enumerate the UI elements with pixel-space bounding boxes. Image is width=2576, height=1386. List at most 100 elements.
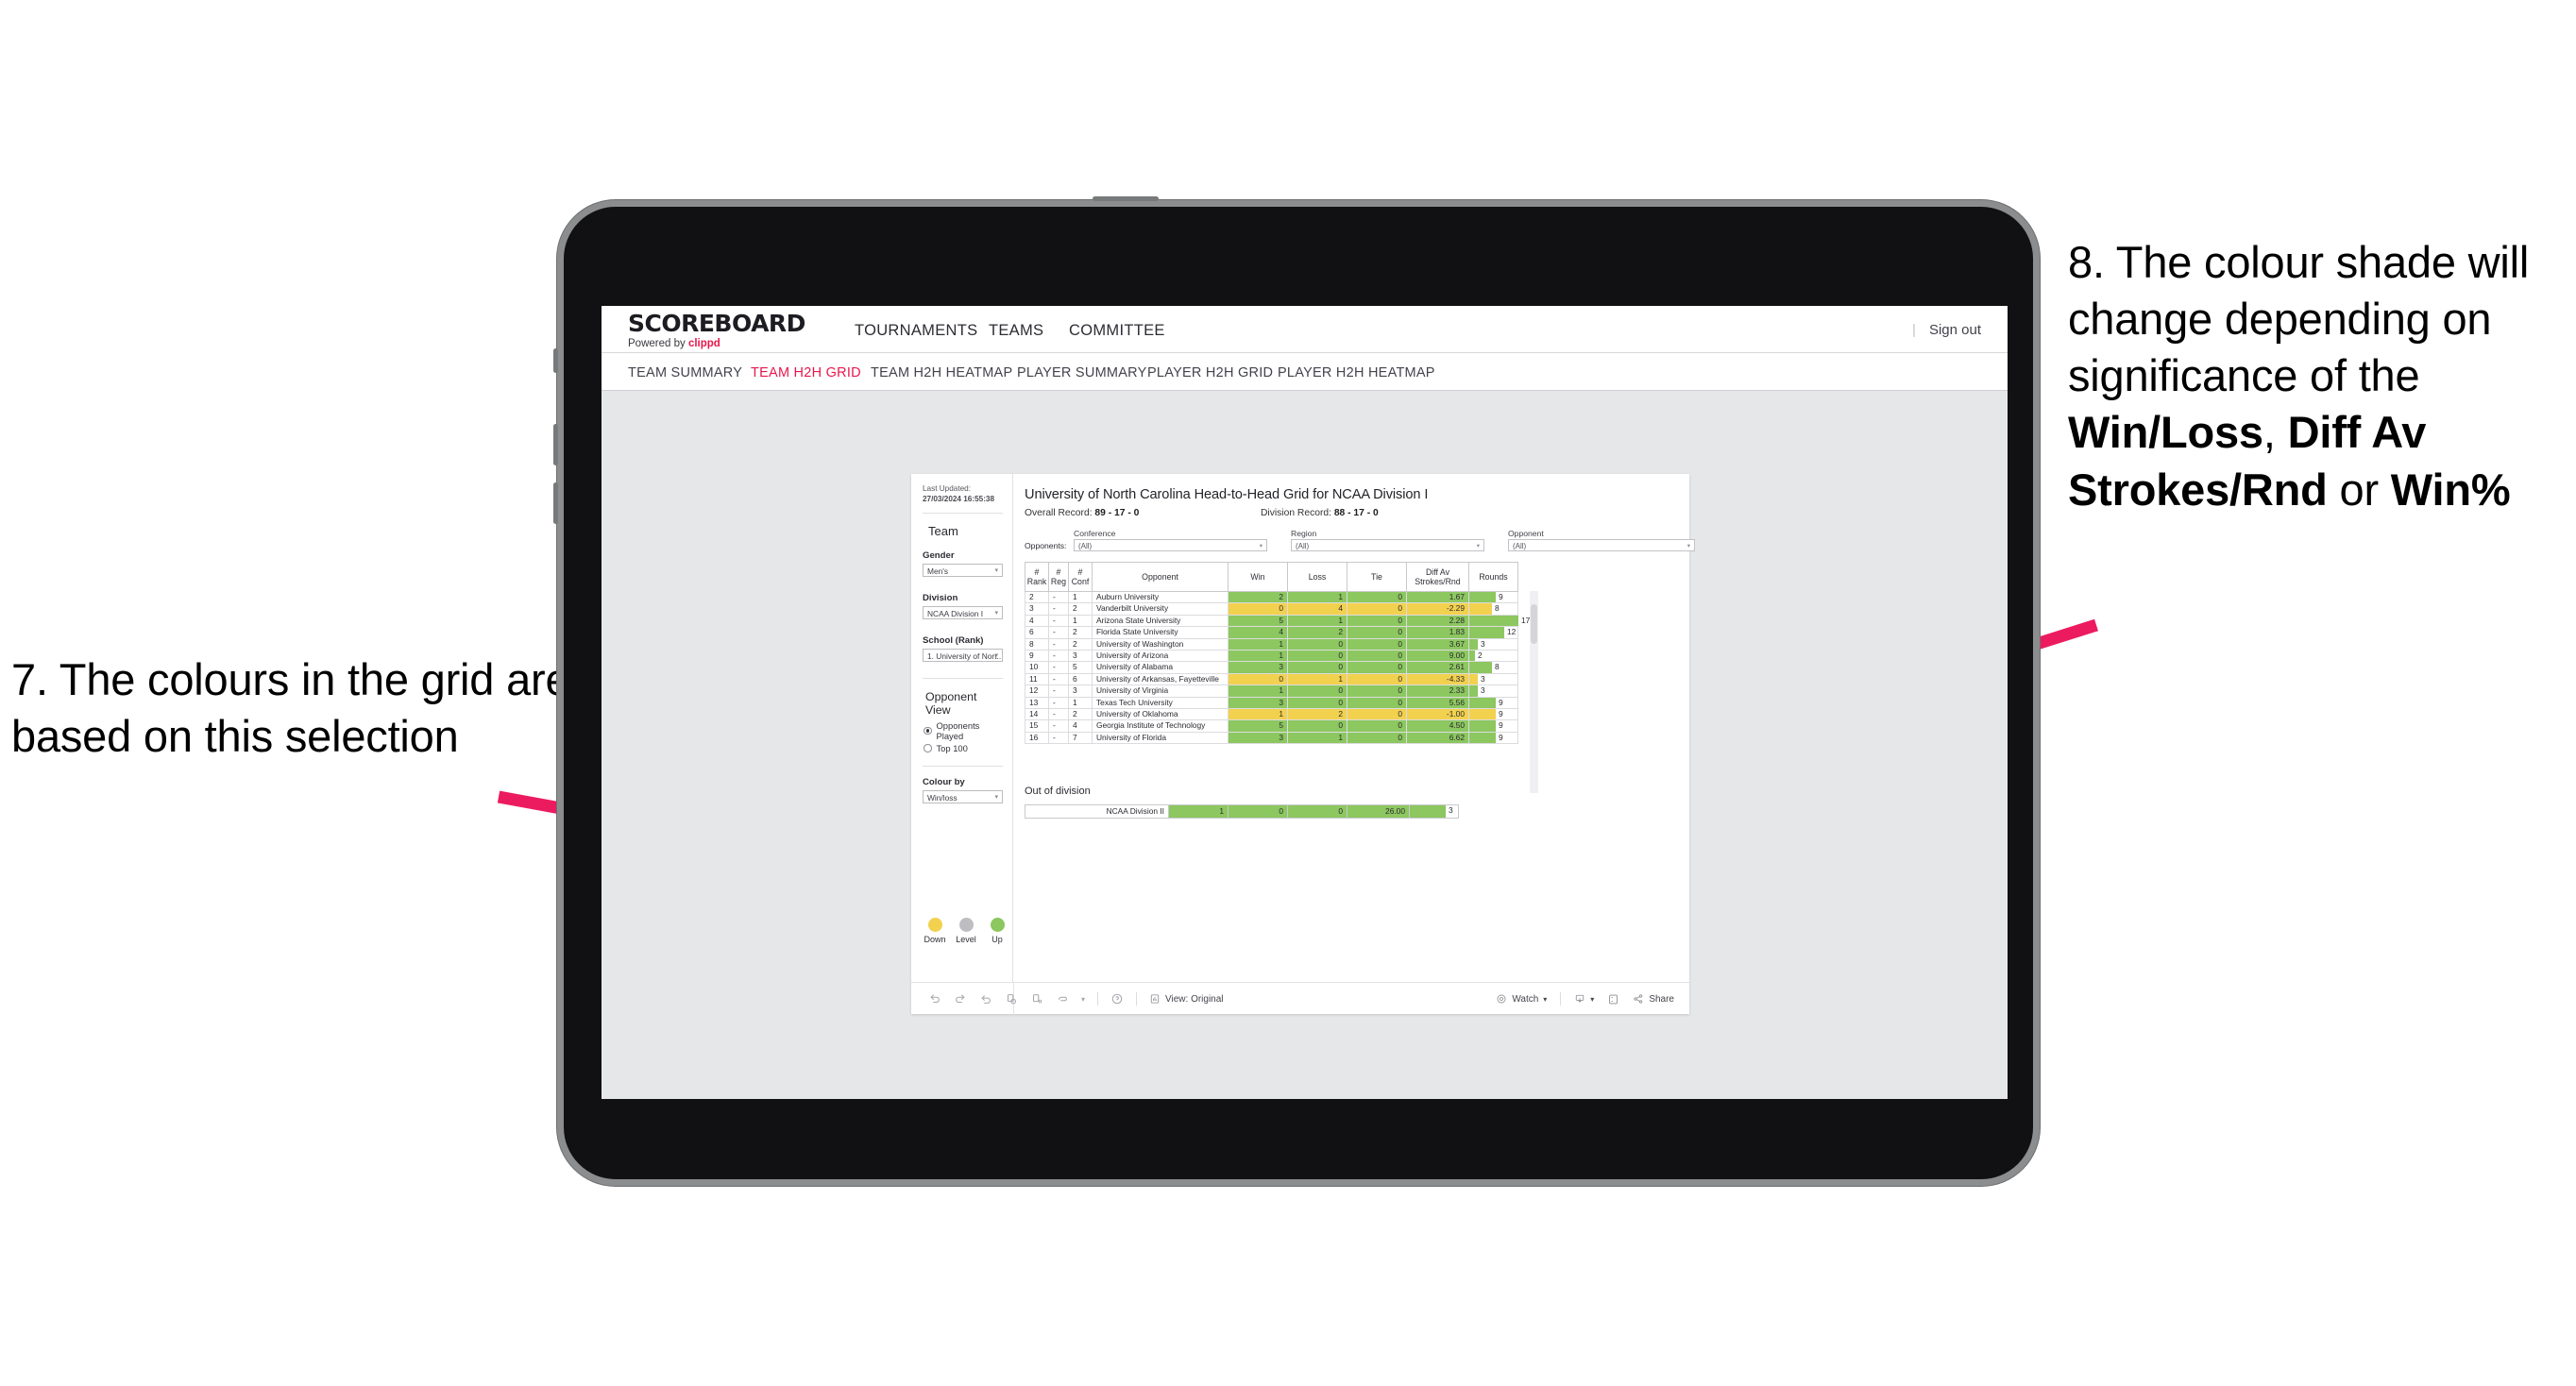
- cell-rank: 3: [1025, 602, 1049, 616]
- refresh-data-icon[interactable]: [1005, 992, 1018, 1006]
- last-updated-label: Last Updated:: [923, 484, 971, 493]
- cell-rounds: 3: [1468, 637, 1518, 651]
- table-row[interactable]: 12-3 University of Virginia 1 0 0 2.33 3: [1025, 685, 1518, 698]
- revert-icon[interactable]: [979, 992, 992, 1006]
- toolbar-left-group: ▾ View: Original: [928, 983, 1224, 1015]
- share-button[interactable]: Share: [1633, 993, 1674, 1005]
- redo-icon[interactable]: [954, 992, 967, 1006]
- cell-tie: 0: [1347, 708, 1407, 721]
- tab-team-h2h-grid[interactable]: TEAM H2H GRID: [751, 353, 861, 391]
- device-button-mute[interactable]: [553, 348, 558, 373]
- table-row[interactable]: 11-6 University of Arkansas, Fayetteville…: [1025, 672, 1518, 686]
- table-row[interactable]: 2-1 Auburn University 2 1 0 1.67 9: [1025, 590, 1518, 604]
- cell-win: 3: [1228, 661, 1288, 674]
- tab-player-h2h-grid[interactable]: PLAYER H2H GRID: [1147, 353, 1273, 391]
- view-icon: [1150, 994, 1160, 1004]
- toolbar-right-group: Watch ▾ ▾ Share: [1496, 983, 1674, 1015]
- sign-out-link[interactable]: | Sign out: [1912, 306, 1981, 353]
- chevron-down-icon: ▾: [1686, 543, 1690, 549]
- table-row[interactable]: 14-2 University of Oklahoma 1 2 0 -1.00 9: [1025, 708, 1518, 721]
- radio-opponents-played[interactable]: Opponents Played: [924, 720, 1003, 741]
- pause-updates-icon[interactable]: [1030, 992, 1043, 1006]
- table-vertical-scrollbar[interactable]: [1530, 591, 1538, 793]
- cell-loss: 1: [1287, 590, 1347, 604]
- table-row[interactable]: 10-5 University of Alabama 3 0 0 2.61 8: [1025, 661, 1518, 674]
- fullscreen-icon[interactable]: [1607, 993, 1619, 1006]
- device-button-volume-down[interactable]: [553, 482, 558, 524]
- table-row[interactable]: 3-2 Vanderbilt University 0 4 0 -2.29 8: [1025, 602, 1518, 616]
- reset-icon[interactable]: [1056, 992, 1069, 1006]
- cell-rank: 14: [1025, 708, 1049, 721]
- undo-icon[interactable]: [928, 992, 941, 1006]
- download-button[interactable]: ▾: [1574, 993, 1594, 1005]
- help-icon[interactable]: [1110, 992, 1124, 1006]
- sign-out-label: Sign out: [1928, 322, 1981, 338]
- cell-rounds: 9: [1468, 719, 1518, 733]
- chevron-down-icon: ▾: [994, 652, 998, 659]
- conference-filter-select[interactable]: (All) ▾: [1074, 539, 1267, 551]
- division-select[interactable]: NCAA Division I ▾: [923, 606, 1003, 619]
- opponent-filter-select[interactable]: (All) ▾: [1508, 539, 1695, 551]
- col-diff-av-strokes: Diff Av Strokes/Rnd: [1406, 562, 1469, 592]
- rounds-bar: [1469, 638, 1478, 651]
- cell-reg: -: [1048, 637, 1069, 651]
- gender-select[interactable]: Men's ▾: [923, 564, 1003, 577]
- col-reg: # Reg: [1048, 562, 1069, 592]
- tab-team-summary[interactable]: TEAM SUMMARY: [628, 353, 742, 391]
- nav-item-committee[interactable]: COMMITTEE: [1069, 306, 1165, 356]
- cell-reg: -: [1048, 661, 1069, 674]
- cell-loss: 0: [1287, 719, 1347, 733]
- cell-loss: 4: [1287, 602, 1347, 616]
- annotation-8-sep2: or: [2327, 464, 2391, 515]
- tab-team-h2h-heatmap[interactable]: TEAM H2H HEATMAP: [871, 353, 1012, 391]
- school-rank-label: School (Rank): [923, 635, 984, 646]
- h2h-grid-table: # Rank # Reg # Conf Opponent Win Loss Tie D…: [1025, 562, 1530, 745]
- division-value: NCAA Division I: [927, 609, 984, 618]
- table-row[interactable]: 16-7 University of Florida 3 1 0 6.62 9: [1025, 731, 1518, 745]
- brand-name: SCOREBOARD: [628, 310, 805, 337]
- cell-rounds: 9: [1468, 696, 1518, 710]
- cell-conf: 3: [1068, 685, 1093, 698]
- cell-opponent: Vanderbilt University: [1092, 602, 1229, 616]
- radio-top-100[interactable]: Top 100: [924, 743, 1003, 753]
- out-of-division-row[interactable]: NCAA Division II 1 0 0 26.00 3: [1025, 804, 1459, 819]
- cell-conf: 2: [1068, 602, 1093, 616]
- cell-win: 1: [1228, 708, 1288, 721]
- nav-item-teams[interactable]: TEAMS: [989, 306, 1043, 353]
- brand-sub-accent: clippd: [687, 338, 720, 349]
- scoreboard-logo[interactable]: SCOREBOARD Powered by clippd: [628, 312, 805, 350]
- scrollbar-thumb[interactable]: [1531, 604, 1537, 644]
- nav-item-tournaments[interactable]: TOURNAMENTS: [855, 306, 977, 353]
- ood-cell-rounds: 3: [1409, 804, 1459, 819]
- ood-cell-tie: 0: [1287, 804, 1347, 819]
- rounds-value: 9: [1499, 732, 1503, 742]
- colour-by-select[interactable]: Win/loss ▾: [923, 790, 1003, 803]
- table-row[interactable]: 13-1 Texas Tech University 3 0 0 5.56 9: [1025, 696, 1518, 710]
- table-row[interactable]: 9-3 University of Arizona 1 0 0 9.00 2: [1025, 650, 1518, 663]
- region-filter-select[interactable]: (All) ▾: [1291, 539, 1484, 551]
- cell-rounds: 3: [1468, 685, 1518, 698]
- cell-win: 1: [1228, 637, 1288, 651]
- conference-filter-value: (All): [1078, 542, 1093, 550]
- watch-button[interactable]: Watch ▾: [1496, 993, 1547, 1005]
- school-rank-select[interactable]: 1. University of Nort... ▾: [923, 649, 1003, 662]
- tab-player-h2h-heatmap[interactable]: PLAYER H2H HEATMAP: [1278, 353, 1435, 391]
- legend-label-level: Level: [956, 935, 976, 944]
- cell-win: 1: [1228, 650, 1288, 663]
- view-original-button[interactable]: View: Original: [1149, 993, 1224, 1005]
- download-icon: [1576, 994, 1585, 1003]
- rounds-value: 3: [1481, 638, 1485, 649]
- device-button-volume-up[interactable]: [553, 424, 558, 465]
- chevron-down-icon[interactable]: ▾: [1081, 995, 1085, 1004]
- cell-tie: 0: [1347, 626, 1407, 639]
- table-row[interactable]: 8-2 University of Washington 1 0 0 3.67 3: [1025, 637, 1518, 651]
- tab-player-summary[interactable]: PLAYER SUMMARY: [1017, 353, 1147, 391]
- table-row[interactable]: 15-4 Georgia Institute of Technology 5 0 0 4.…: [1025, 719, 1518, 733]
- table-row[interactable]: 6-2 Florida State University 4 2 0 1.83 12: [1025, 626, 1518, 639]
- legend-item-up: Up: [985, 918, 1009, 944]
- chevron-down-icon: ▾: [1476, 543, 1480, 549]
- brand-sub-prefix: Powered by: [628, 338, 688, 349]
- table-row[interactable]: 4-1 Arizona State University 5 1 0 2.28 17: [1025, 614, 1530, 628]
- cell-diff-av-strokes: 6.62: [1406, 731, 1469, 745]
